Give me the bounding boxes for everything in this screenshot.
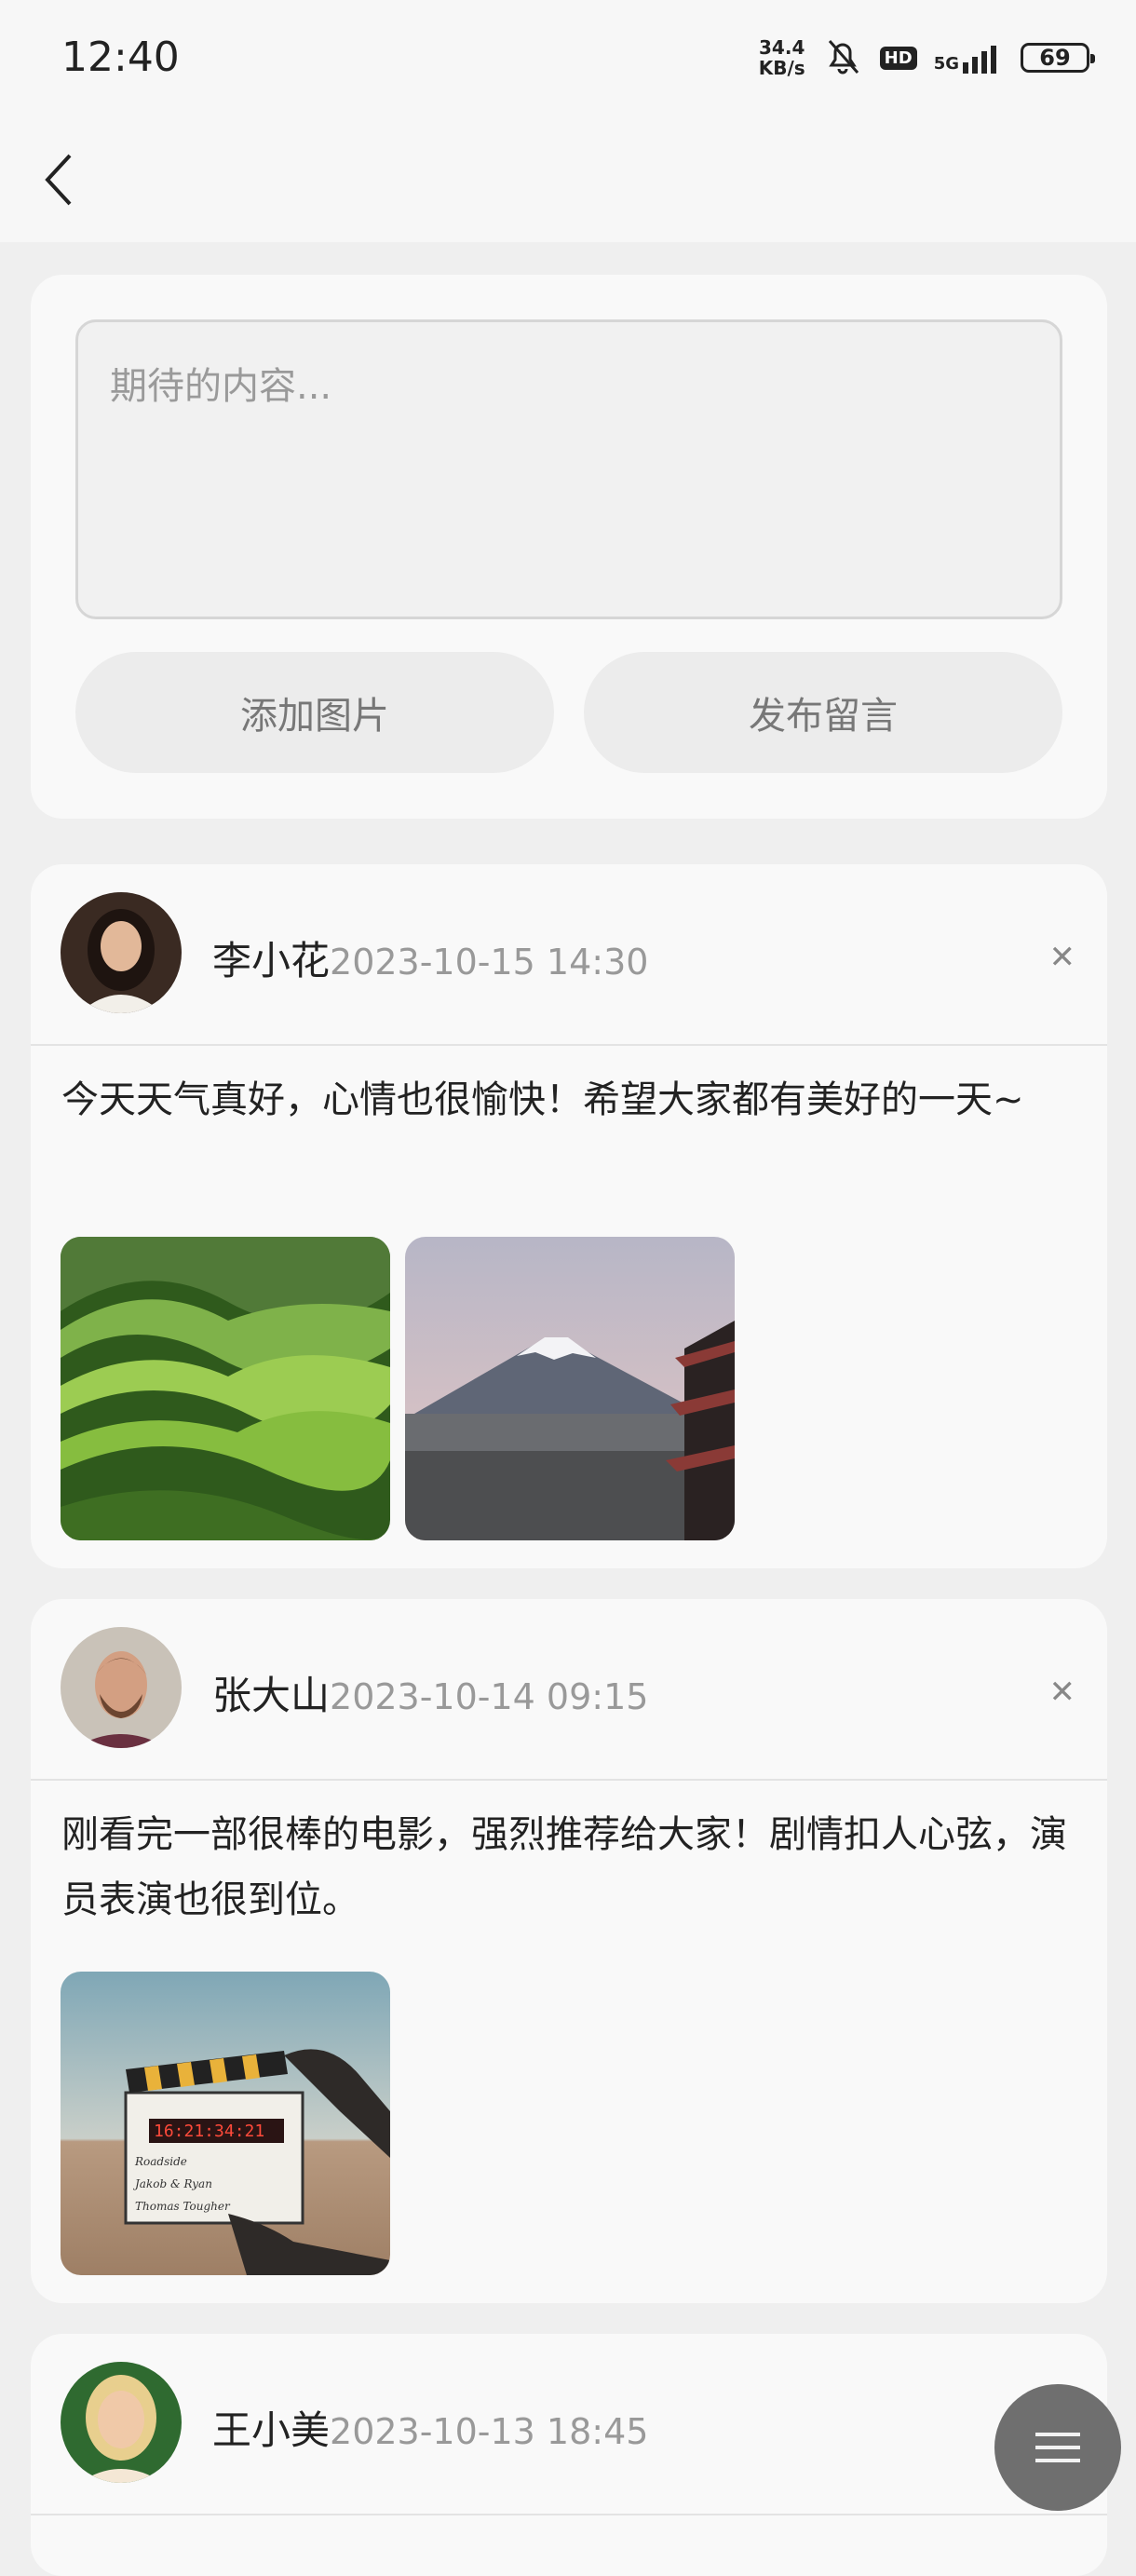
author-name: 李小花 [212, 938, 331, 983]
back-button[interactable] [37, 142, 84, 217]
add-image-button[interactable]: 添加图片 [75, 652, 554, 773]
status-bar: 12:40 34.4 KB/s HD 5G 69 [0, 0, 1136, 126]
post-author-line: 王小美2023-10-13 18:45 [212, 2399, 648, 2456]
author-name: 王小美 [212, 2407, 331, 2453]
clapper-counter: 16:21:34:21 [154, 2122, 264, 2141]
signal-icon: 5G [934, 42, 1004, 74]
avatar[interactable] [61, 1627, 182, 1748]
avatar[interactable] [61, 892, 182, 1013]
status-icons: 34.4 KB/s HD 5G 69 [758, 35, 1095, 80]
post-composer: 期待的内容... 添加图片 发布留言 [31, 275, 1107, 819]
clapper-line-2: Jakob & Ryan [132, 2177, 212, 2190]
post-time: 2023-10-13 18:45 [330, 2411, 649, 2452]
post-card: 张大山2023-10-14 09:15 ✕ 刚看完一部很棒的电影，强烈推荐给大家… [31, 1599, 1107, 2303]
post-card: 王小美2023-10-13 18:45 [31, 2334, 1107, 2576]
post-time: 2023-10-15 14:30 [330, 942, 649, 983]
bell-muted-icon [822, 35, 863, 80]
post-image[interactable]: 16:21:34:21 Roadside Jakob & Ryan Thomas… [61, 1972, 390, 2275]
battery-icon: 69 [1021, 43, 1095, 73]
avatar[interactable] [61, 2362, 182, 2483]
post-text: 今天天气真好，心情也很愉快！希望大家都有美好的一天~ [61, 1078, 1024, 1121]
menu-icon [1035, 2433, 1080, 2462]
top-bar [0, 126, 1136, 242]
author-name: 张大山 [212, 1673, 331, 1718]
close-icon[interactable]: ✕ [1049, 939, 1076, 976]
post-image[interactable] [61, 1237, 390, 1540]
net-speed: 34.4 KB/s [758, 36, 805, 79]
clapper-line-3: Thomas Tougher [135, 2200, 231, 2213]
post-card: 李小花2023-10-15 14:30 ✕ 今天天气真好，心情也很愉快！希望大家… [31, 864, 1107, 1568]
chevron-left-icon [45, 154, 72, 206]
message-input[interactable]: 期待的内容... [75, 319, 1062, 619]
hd-badge: HD [879, 46, 917, 70]
post-header: 张大山2023-10-14 09:15 ✕ [31, 1599, 1107, 1781]
post-author-line: 李小花2023-10-15 14:30 [212, 929, 648, 986]
post-message-button[interactable]: 发布留言 [584, 652, 1062, 773]
post-image[interactable] [405, 1237, 735, 1540]
post-author-line: 张大山2023-10-14 09:15 [212, 1664, 648, 1721]
status-time: 12:40 [61, 34, 180, 81]
menu-fab-button[interactable] [994, 2384, 1121, 2511]
post-header: 李小花2023-10-15 14:30 ✕ [31, 864, 1107, 1046]
post-header: 王小美2023-10-13 18:45 [31, 2334, 1107, 2515]
clapper-line-1: Roadside [134, 2155, 187, 2168]
post-time: 2023-10-14 09:15 [330, 1676, 649, 1717]
close-icon[interactable]: ✕ [1049, 1674, 1076, 1711]
post-text: 刚看完一部很棒的电影，强烈推荐给大家！剧情扣人心弦，演员表演也很到位。 [61, 1813, 1067, 1921]
